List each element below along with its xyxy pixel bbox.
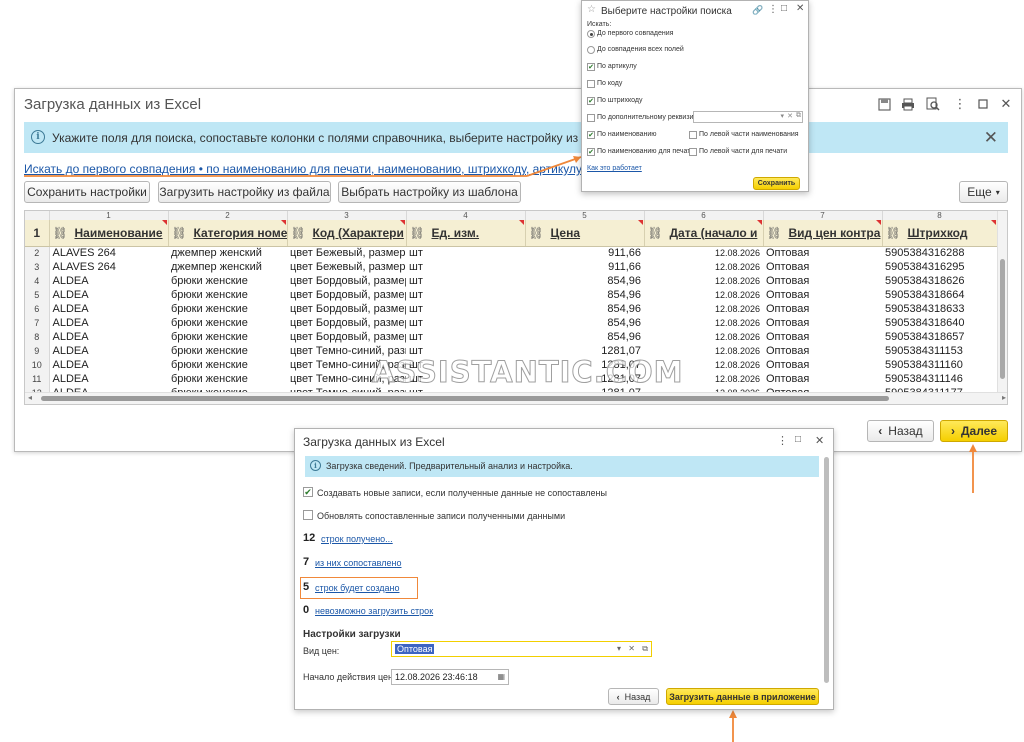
radio-all-fields[interactable] [587, 46, 595, 54]
settings-heading: Настройки загрузки [303, 629, 401, 640]
checkbox-barcode-label: По штрихкоду [597, 97, 643, 104]
checkbox-code-label: По коду [597, 80, 623, 87]
extra-attr-input[interactable]: ▾ ✕ ⧉ [693, 111, 803, 123]
checkbox-name-left-part[interactable] [689, 131, 697, 139]
load-into-app-button[interactable]: Загрузить данные в приложение [666, 688, 819, 705]
dialog-more-icon[interactable]: ⋮ [777, 434, 788, 447]
watermark-text: ASSISTANTIC.COM [372, 355, 684, 390]
dialog-info-bar: i Загрузка сведений. Предварительный ана… [305, 456, 819, 477]
start-date-input[interactable]: 12.08.2026 23:46:18 ▦ [391, 669, 509, 685]
popup-more-icon[interactable]: ⋮ [768, 4, 778, 15]
create-new-label: Создавать новые записи, если полученные … [317, 488, 607, 498]
create-new-checkbox[interactable]: ✔ [303, 487, 313, 497]
checkbox-name-label: По наименованию [597, 131, 657, 138]
link-icon[interactable]: 🔗 [752, 5, 763, 16]
price-type-clear-icon[interactable]: ✕ [628, 644, 635, 653]
created-link[interactable]: строк будет создано [315, 583, 399, 593]
dialog-back-button[interactable]: ‹ Назад [608, 688, 659, 705]
checkbox-article-label: По артикулу [597, 63, 637, 70]
matched-link[interactable]: из них сопоставлено [315, 558, 401, 568]
created-count: 5 [303, 581, 310, 593]
dialog-maximize-icon[interactable]: □ [795, 434, 801, 445]
dialog-info-icon: i [310, 460, 321, 471]
radio-first-match-label: До первого совпадения [597, 30, 674, 37]
update-matched-checkbox[interactable] [303, 510, 313, 520]
price-type-dropdown-icon[interactable]: ▾ [617, 644, 621, 653]
checkbox-extra-attr[interactable] [587, 114, 595, 122]
checkbox-print-left-part-label: По левой части для печати [699, 148, 788, 155]
extra-attr-dropdown-icon[interactable]: ▾ [780, 112, 784, 120]
dialog-close-icon[interactable]: ✕ [815, 434, 824, 447]
start-date-label: Начало действия цен: [303, 672, 396, 682]
popup-title: Выберите настройки поиска [601, 6, 732, 17]
dialog-title: Загрузка данных из Excel [303, 435, 445, 449]
how-it-works-link[interactable]: Как это работает [587, 165, 642, 172]
popup-close-icon[interactable]: ✕ [796, 3, 804, 14]
failed-link[interactable]: невозможно загрузить строк [315, 606, 433, 616]
dialog-back-chevron-icon: ‹ [616, 691, 620, 702]
search-settings-popup: ☆ Выберите настройки поиска 🔗 ⋮ □ ✕ Иска… [581, 0, 809, 192]
popup-save-button[interactable]: Сохранить [753, 177, 800, 190]
price-type-label: Вид цен: [303, 646, 340, 656]
checkbox-code[interactable] [587, 80, 595, 88]
dialog-scrollbar[interactable] [824, 457, 829, 683]
checkbox-name[interactable]: ✔ [587, 131, 595, 139]
extra-attr-open-icon[interactable]: ⧉ [796, 112, 801, 120]
checkbox-print-name[interactable]: ✔ [587, 148, 595, 156]
checkbox-barcode[interactable]: ✔ [587, 97, 595, 105]
dialog-back-label: Назад [624, 691, 651, 702]
extra-attr-clear-icon[interactable]: ✕ [787, 112, 793, 120]
matched-count: 7 [303, 556, 310, 568]
received-count: 12 [303, 532, 316, 544]
price-type-open-icon[interactable]: ⧉ [642, 644, 648, 654]
update-matched-label: Обновлять сопоставленные записи полученн… [317, 511, 566, 521]
checkbox-print-left-part[interactable] [689, 148, 697, 156]
radio-first-match[interactable] [587, 30, 595, 38]
calendar-icon[interactable]: ▦ [497, 672, 505, 681]
radio-all-fields-label: До совпадения всех полей [597, 46, 684, 53]
search-label: Искать: [587, 21, 612, 28]
checkbox-print-name-label: По наименованию для печати [597, 148, 695, 155]
checkbox-extra-attr-label: По дополнительному реквизиту [597, 114, 701, 121]
start-date-value: 12.08.2026 23:46:18 [395, 672, 478, 682]
dialog-info-text: Загрузка сведений. Предварительный анали… [326, 461, 573, 471]
failed-count: 0 [303, 604, 310, 616]
price-type-value: Оптовая [395, 644, 435, 654]
popup-maximize-icon[interactable]: □ [781, 3, 787, 14]
price-type-select[interactable]: Оптовая ▾ ✕ ⧉ [391, 641, 652, 657]
checkbox-name-left-part-label: По левой части наименования [699, 131, 799, 138]
star-icon[interactable]: ☆ [587, 4, 596, 15]
checkbox-article[interactable]: ✔ [587, 63, 595, 71]
received-link[interactable]: строк получено... [321, 534, 393, 544]
load-dialog: Загрузка данных из Excel ⋮ □ ✕ i Загрузк… [294, 428, 834, 710]
